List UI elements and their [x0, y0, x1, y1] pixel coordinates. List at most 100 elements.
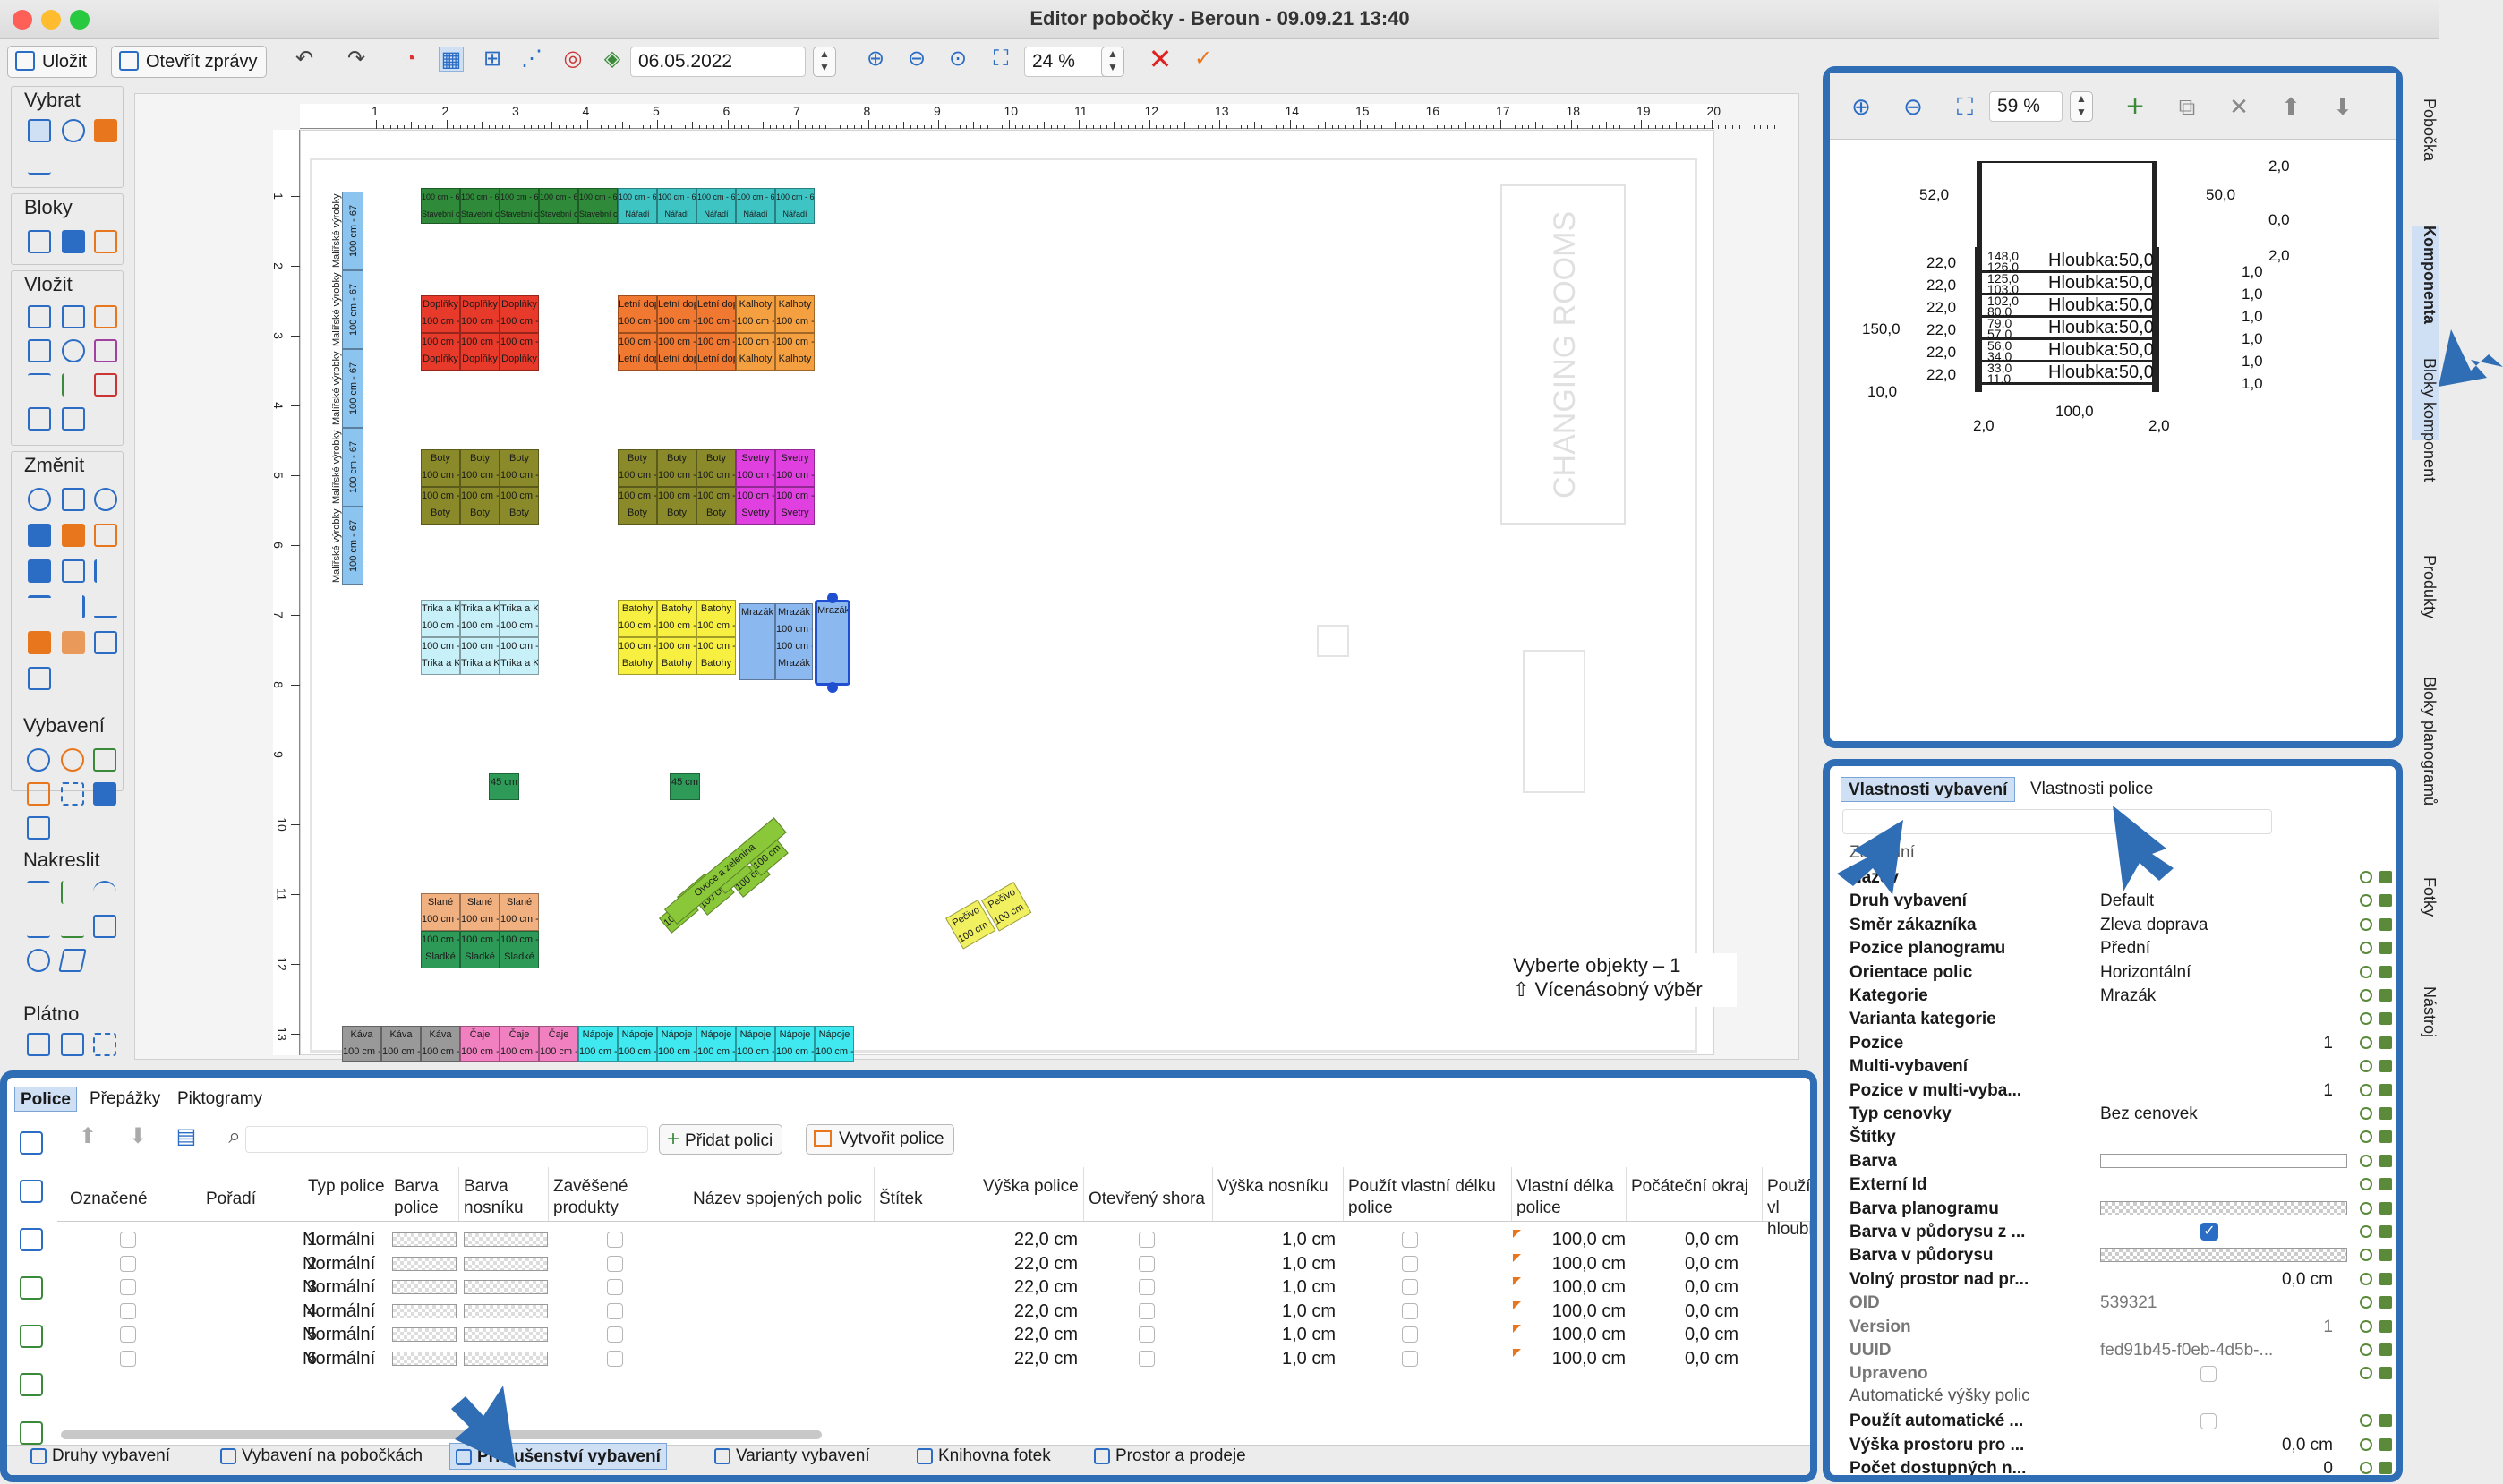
zoom-fit-icon[interactable]: ⛶ [1952, 93, 1978, 120]
fixture-freezer-mid[interactable]: Mrazák 100 cm - 67 100 cm - 67 Mrazák [775, 603, 813, 680]
pin-icon[interactable] [2379, 1201, 2392, 1215]
hanging-checkbox[interactable] [607, 1350, 623, 1367]
column-header[interactable]: Výška police [983, 1176, 1080, 1198]
insert-image-icon[interactable] [28, 407, 51, 431]
zoom-in-icon[interactable]: ⊕ [1848, 93, 1875, 120]
fixture-left-column[interactable]: 100 cm - 67 Malířské výrobky [331, 507, 363, 585]
checkbox[interactable] [2200, 1413, 2217, 1430]
row-checkbox[interactable] [120, 1279, 136, 1295]
fixture-top-row[interactable]: 100 cm - 67 Nářadí [696, 188, 736, 224]
move-down-icon[interactable]: ⬇ [125, 1124, 150, 1149]
fixture-block[interactable]: 100 cm - 67 Letní doplňky [696, 333, 736, 371]
fixture-block[interactable]: 100 cm - 67 Doplňky [460, 333, 500, 371]
pin-icon[interactable] [2379, 1178, 2392, 1191]
fixture-left-column[interactable]: 100 cm - 67 Malířské výrobky [331, 349, 363, 428]
window-tab-5[interactable]: Prostor a prodeje [1089, 1443, 1252, 1470]
draw-rect-icon[interactable] [93, 915, 116, 938]
window-tab-1[interactable]: Vybavení na pobočkách [215, 1443, 428, 1470]
pin-icon[interactable] [2379, 1012, 2392, 1026]
property-row[interactable]: Barva [1837, 1150, 2392, 1173]
fixture-block[interactable]: Batohy 100 cm - 67 [696, 600, 736, 637]
property-row[interactable]: UUID fed91b45-f0eb-4d5b-... [1837, 1339, 2392, 1362]
reset-icon[interactable] [2360, 1130, 2372, 1144]
reset-icon[interactable] [2360, 1036, 2372, 1049]
property-row[interactable]: Varianta kategorie [1837, 1008, 2392, 1031]
checkbox-checked[interactable]: ✓ [2200, 1223, 2218, 1241]
selection-handle[interactable] [827, 682, 838, 693]
resize-icon[interactable] [62, 488, 85, 511]
insert-line-icon[interactable] [28, 373, 51, 397]
block-icon[interactable] [28, 230, 51, 253]
fixture-block[interactable]: 100 cm - 67 Sladké [460, 931, 500, 968]
move-down-icon[interactable]: ⬇ [2329, 93, 2356, 120]
column-header[interactable]: Typ police [308, 1176, 385, 1198]
zoom-in-icon[interactable]: ⊕ [863, 47, 888, 72]
custom-length-checkbox[interactable] [1402, 1255, 1418, 1272]
column-header[interactable]: Barva police [394, 1176, 455, 1219]
column-header[interactable]: Počáteční okraj [1631, 1176, 1758, 1198]
pin-icon[interactable] [2379, 1367, 2392, 1380]
reset-icon[interactable] [2360, 1367, 2372, 1380]
column-header[interactable]: Použít vlastní délku police [1348, 1176, 1508, 1219]
fixture-bottom-row[interactable]: Nápoje 100 cm - 67 [578, 1026, 618, 1062]
insert-shelf-icon[interactable] [28, 305, 51, 328]
copy-icon[interactable]: ⧉ [2174, 93, 2200, 120]
open-top-checkbox[interactable] [1139, 1326, 1155, 1343]
fixture-block[interactable]: 100 cm - 67 Sladké [421, 931, 460, 968]
shelf-color-swatch[interactable] [392, 1280, 457, 1294]
zoom-out-icon[interactable]: ⊖ [1900, 93, 1926, 120]
column-header[interactable]: Zavěšené produkty [553, 1176, 684, 1219]
layers-icon[interactable]: ◈ [600, 47, 625, 72]
fixture-top-row[interactable]: 100 cm - 67 Nářadí [618, 188, 657, 224]
draw-polyline-icon[interactable] [61, 881, 84, 904]
fixture-block[interactable]: Doplňky 100 cm - 67 [421, 295, 460, 333]
column-header[interactable]: Název spojených polic [693, 1189, 870, 1210]
fixture-small-box[interactable]: 45 cm [670, 773, 700, 800]
fixture-bottom-row[interactable]: Káva 100 cm - 67 [381, 1026, 421, 1062]
zoom-extents-icon[interactable]: ⛶ [988, 47, 1013, 72]
fixture-block[interactable]: 100 cm - 67 Batohy [618, 637, 657, 675]
fixture-bottom-row[interactable]: Čaje 100 cm - 67 [500, 1026, 539, 1062]
column-header[interactable]: Výška nosníku [1217, 1176, 1339, 1198]
reset-icon[interactable] [2360, 1083, 2372, 1096]
column-header[interactable]: Označené [70, 1189, 197, 1210]
fixture-freezer-selected[interactable]: Mrazák [815, 600, 850, 686]
reset-icon[interactable] [2360, 1012, 2372, 1026]
property-row[interactable]: Druh vybavení Default [1837, 890, 2392, 913]
row-checkbox[interactable] [120, 1350, 136, 1367]
equipment-grid-icon[interactable] [27, 782, 50, 806]
fixture-block[interactable]: 100 cm - 67 Kalhoty [736, 333, 775, 371]
delete-icon[interactable]: ✕ [2225, 93, 2252, 120]
reset-icon[interactable] [2360, 1225, 2372, 1238]
fixture-block[interactable]: 100 cm - 67 Boty [421, 487, 460, 525]
undo-icon[interactable]: ↶ [292, 47, 317, 72]
property-row[interactable]: Směr zákazníka Zleva doprava [1837, 914, 2392, 937]
pin-icon[interactable] [2379, 917, 2392, 931]
align-icon[interactable] [28, 524, 51, 547]
reset-icon[interactable] [2360, 1154, 2372, 1167]
confirm-icon[interactable]: ✓ [1191, 47, 1216, 72]
beam-color-swatch[interactable] [464, 1351, 548, 1366]
window-tab-3[interactable]: Varianty vybavení [709, 1443, 876, 1470]
column-header[interactable]: Otevřený shora [1089, 1189, 1209, 1210]
fixture-block[interactable]: Boty 100 cm - 67 [618, 449, 657, 487]
reset-icon[interactable] [2360, 871, 2372, 883]
equipment-edit-icon[interactable] [93, 748, 116, 772]
rotate-icon[interactable] [94, 488, 117, 511]
tab-piktogramy[interactable]: Piktogramy [172, 1087, 268, 1112]
reset-icon[interactable] [2360, 1249, 2372, 1262]
property-row[interactable]: Barva v půdorysu [1837, 1244, 2392, 1267]
fixture-block[interactable]: Letní doplňky 100 cm - 67 [657, 295, 696, 333]
property-row[interactable]: Version 1 [1837, 1316, 2392, 1339]
hanging-checkbox[interactable] [607, 1255, 623, 1272]
column-header[interactable]: Barva nosníku [464, 1176, 544, 1219]
add-icon[interactable]: + [2122, 91, 2148, 122]
draw-circle-icon[interactable] [27, 949, 50, 972]
fixture-block[interactable]: Doplňky 100 cm - 67 [500, 295, 539, 333]
hanging-checkbox[interactable] [607, 1232, 623, 1248]
preview-zoom-field[interactable]: 59 % [1989, 91, 2063, 122]
shelf-color-swatch[interactable] [392, 1232, 457, 1247]
draw-polygon-icon[interactable] [58, 949, 87, 972]
shelf-search-input[interactable] [245, 1126, 648, 1153]
shelf-color-swatch[interactable] [392, 1327, 457, 1342]
